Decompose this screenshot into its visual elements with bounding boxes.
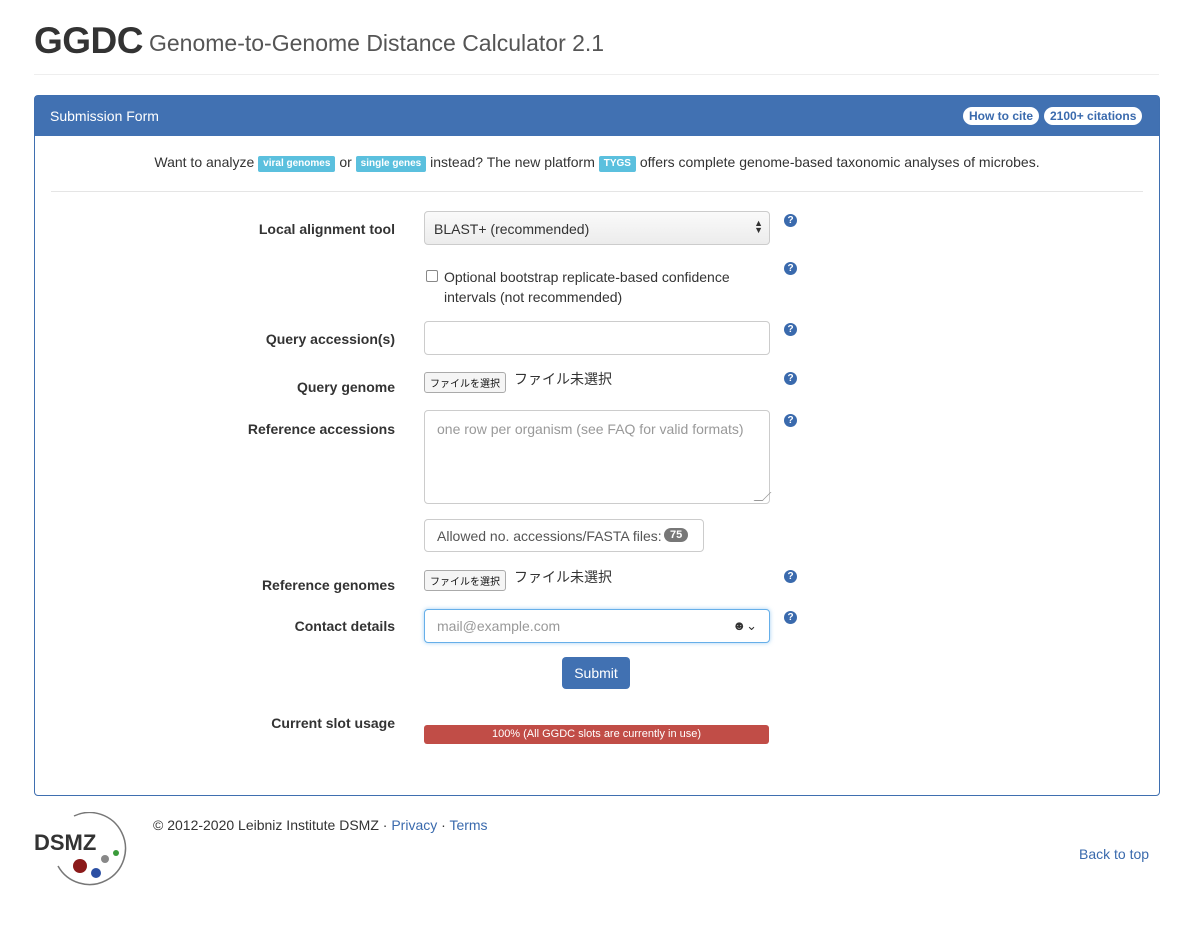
notice-prefix: Want to analyze bbox=[154, 154, 255, 170]
help-icon[interactable]: ? bbox=[784, 414, 797, 427]
tygs-notice: Want to analyze viral genomes or single … bbox=[35, 154, 1159, 172]
query-genome-file-status: ファイル未選択 bbox=[514, 371, 612, 387]
slot-usage-progress-bar: 100% (All GGDC slots are currently in us… bbox=[424, 725, 769, 744]
allowed-files-info: Allowed no. accessions/FASTA files: 75 bbox=[424, 519, 704, 552]
reference-accessions-label: Reference accessions bbox=[247, 421, 395, 437]
back-to-top-link[interactable]: Back to top bbox=[1079, 846, 1149, 862]
notice-or: or bbox=[339, 154, 352, 170]
contact-email-input[interactable]: mail@example.com ☻⌄ bbox=[424, 609, 770, 643]
reference-genomes-file-status: ファイル未選択 bbox=[514, 569, 612, 585]
reference-genomes-label: Reference genomes bbox=[261, 577, 395, 593]
autofill-contact-icon[interactable]: ☻⌄ bbox=[732, 618, 757, 634]
help-icon[interactable]: ? bbox=[784, 214, 797, 227]
terms-link[interactable]: Terms bbox=[449, 817, 487, 833]
help-icon[interactable]: ? bbox=[784, 570, 797, 583]
footer-copyright: © 2012-2020 Leibniz Institute DSMZ · Pri… bbox=[153, 817, 488, 833]
submit-button[interactable]: Submit bbox=[562, 657, 630, 689]
contact-details-label: Contact details bbox=[294, 618, 395, 634]
single-genes-tag[interactable]: single genes bbox=[355, 156, 427, 172]
query-genome-label: Query genome bbox=[296, 379, 395, 395]
reference-accessions-placeholder: one row per organism (see FAQ for valid … bbox=[437, 421, 744, 437]
panel-heading: Submission Form How to cite 2100+ citati… bbox=[35, 96, 1159, 136]
how-to-cite-badge[interactable]: How to cite bbox=[963, 107, 1040, 125]
dsmz-logo: DSMZ bbox=[34, 811, 134, 897]
notice-middle: instead? The new platform bbox=[430, 154, 595, 170]
page-header: GGDC Genome-to-Genome Distance Calculato… bbox=[34, 14, 1159, 75]
footer-separator: · bbox=[441, 817, 446, 833]
privacy-link[interactable]: Privacy bbox=[391, 817, 437, 833]
help-icon[interactable]: ? bbox=[784, 262, 797, 275]
citations-badge[interactable]: 2100+ citations bbox=[1044, 107, 1143, 125]
reference-genomes-file-button[interactable]: ファイルを選択 bbox=[424, 570, 506, 591]
help-icon[interactable]: ? bbox=[784, 611, 797, 624]
help-icon[interactable]: ? bbox=[784, 372, 797, 385]
bootstrap-checkbox[interactable] bbox=[426, 270, 438, 282]
viral-genomes-tag[interactable]: viral genomes bbox=[258, 156, 336, 172]
bootstrap-checkbox-label: Optional bootstrap replicate-based confi… bbox=[444, 269, 730, 305]
slot-usage-label: Current slot usage bbox=[271, 715, 395, 731]
divider bbox=[51, 191, 1143, 192]
svg-text:DSMZ: DSMZ bbox=[34, 830, 96, 855]
resize-handle-icon[interactable] bbox=[753, 492, 772, 501]
reference-accessions-textarea[interactable]: one row per organism (see FAQ for valid … bbox=[424, 410, 772, 504]
alignment-tool-label: Local alignment tool bbox=[258, 221, 395, 237]
copyright-text: © 2012-2020 Leibniz Institute DSMZ · bbox=[153, 817, 388, 833]
tygs-tag[interactable]: TYGS bbox=[598, 156, 636, 172]
query-accessions-input[interactable] bbox=[424, 321, 770, 355]
help-icon[interactable]: ? bbox=[784, 323, 797, 336]
contact-email-placeholder: mail@example.com bbox=[437, 618, 561, 634]
allowed-files-label: Allowed no. accessions/FASTA files: bbox=[437, 528, 662, 544]
brand-title: GGDC bbox=[34, 20, 144, 61]
query-accessions-label: Query accession(s) bbox=[265, 331, 395, 347]
allowed-files-count: 75 bbox=[664, 528, 689, 542]
page-subtitle: Genome-to-Genome Distance Calculator 2.1 bbox=[149, 30, 605, 56]
panel-title: Submission Form bbox=[50, 108, 159, 124]
alignment-tool-select[interactable]: BLAST+ (recommended) ▲ ▼ bbox=[424, 211, 770, 245]
alignment-tool-value: BLAST+ (recommended) bbox=[434, 221, 590, 237]
select-arrows-icon: ▲ ▼ bbox=[754, 218, 763, 235]
submission-panel: Submission Form How to cite 2100+ citati… bbox=[34, 95, 1160, 796]
query-genome-file-button[interactable]: ファイルを選択 bbox=[424, 372, 506, 393]
notice-suffix: offers complete genome-based taxonomic a… bbox=[639, 154, 1040, 170]
